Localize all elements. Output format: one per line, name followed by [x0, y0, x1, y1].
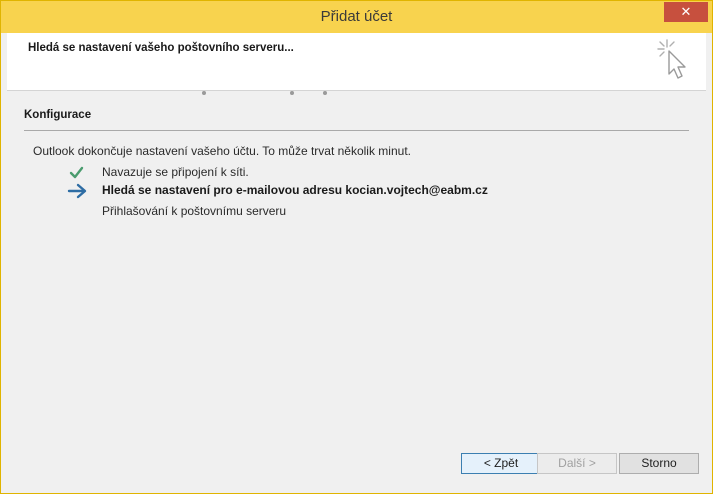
header-title: Hledá se nastavení vašeho poštovního ser…	[28, 42, 294, 54]
cursor-sparkle-icon	[654, 36, 694, 88]
progress-dot	[290, 91, 294, 95]
checkmark-icon	[67, 164, 89, 182]
intro-text: Outlook dokončuje nastavení vašeho účtu.…	[33, 144, 411, 158]
section-title: Konfigurace	[24, 109, 92, 121]
close-button[interactable]: ✕	[664, 2, 708, 22]
cancel-button[interactable]: Storno	[619, 453, 699, 474]
section-divider	[24, 130, 689, 131]
close-icon: ✕	[680, 4, 692, 19]
title-bar[interactable]: Přidat účet ✕	[1, 1, 712, 33]
progress-dot	[202, 91, 206, 95]
wizard-header: Hledá se nastavení vašeho poštovního ser…	[7, 33, 706, 95]
step-label: Hledá se nastavení pro e-mailovou adresu…	[102, 183, 488, 197]
add-account-dialog: Přidat účet ✕ Hledá se nastavení vašeho …	[0, 0, 713, 494]
arrow-right-icon	[67, 182, 89, 200]
progress-dots	[7, 88, 706, 96]
window-title: Přidat účet	[320, 8, 393, 25]
next-button[interactable]: Další >	[537, 453, 617, 474]
step-label: Přihlašování k poštovnímu serveru	[102, 204, 287, 218]
back-button[interactable]: < Zpět	[461, 453, 541, 474]
step-label: Navazuje se připojení k síti.	[102, 165, 249, 179]
progress-dot	[323, 91, 327, 95]
